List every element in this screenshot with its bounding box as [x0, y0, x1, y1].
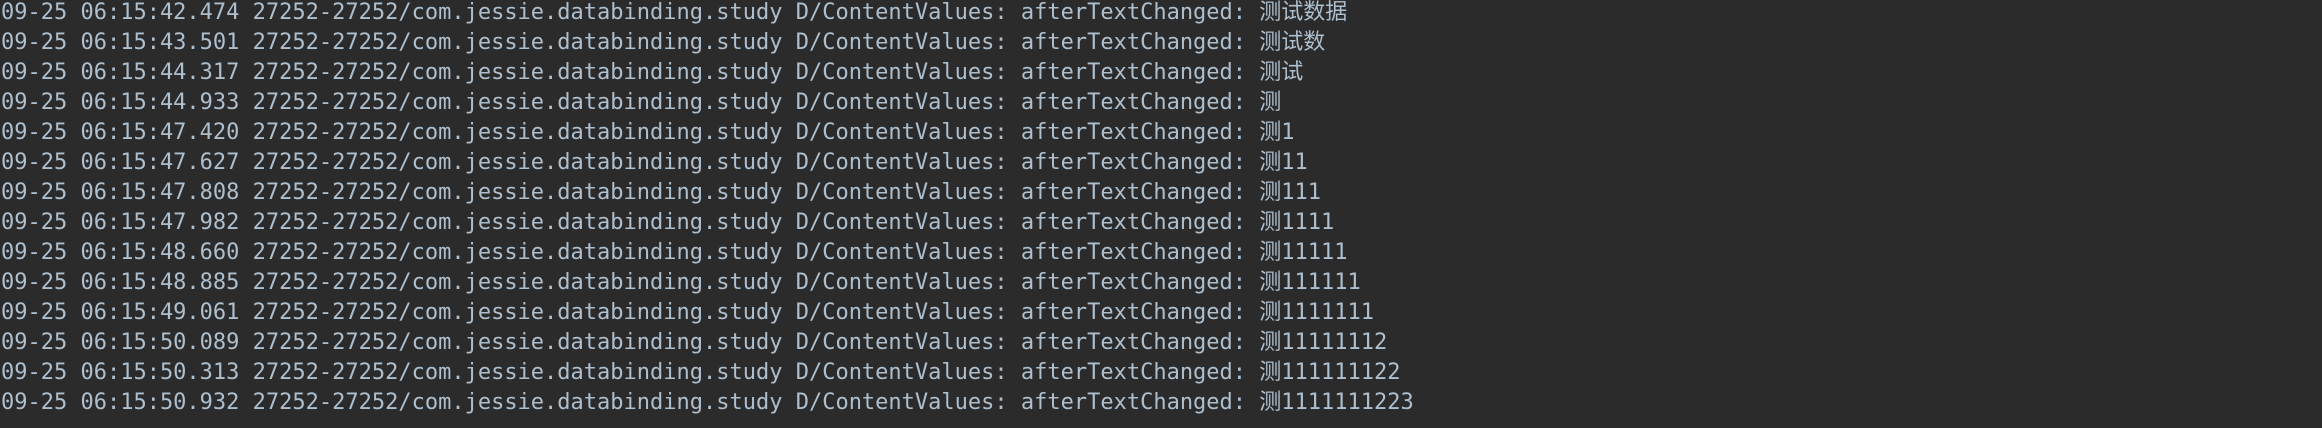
log-line: 09-25 06:15:43.501 27252-27252/com.jessi… [1, 30, 1326, 55]
log-line: 09-25 06:15:47.420 27252-27252/com.jessi… [1, 120, 1295, 145]
log-line: 09-25 06:15:50.932 27252-27252/com.jessi… [1, 390, 1414, 415]
logcat-console: 09-25 06:15:42.474 27252-27252/com.jessi… [0, 0, 2322, 428]
log-line: 09-25 06:15:42.474 27252-27252/com.jessi… [1, 0, 1348, 25]
log-line: 09-25 06:15:50.089 27252-27252/com.jessi… [1, 330, 1388, 355]
log-line: 09-25 06:15:48.660 27252-27252/com.jessi… [1, 240, 1348, 265]
log-line: 09-25 06:15:49.061 27252-27252/com.jessi… [1, 300, 1375, 325]
log-line: 09-25 06:15:50.313 27252-27252/com.jessi… [1, 360, 1401, 385]
log-line: 09-25 06:15:47.627 27252-27252/com.jessi… [1, 150, 1308, 175]
log-line: 09-25 06:15:47.982 27252-27252/com.jessi… [1, 210, 1335, 235]
log-line: 09-25 06:15:44.317 27252-27252/com.jessi… [1, 60, 1304, 85]
log-line: 09-25 06:15:44.933 27252-27252/com.jessi… [1, 90, 1282, 115]
log-line: 09-25 06:15:48.885 27252-27252/com.jessi… [1, 270, 1361, 295]
log-line: 09-25 06:15:47.808 27252-27252/com.jessi… [1, 180, 1322, 205]
